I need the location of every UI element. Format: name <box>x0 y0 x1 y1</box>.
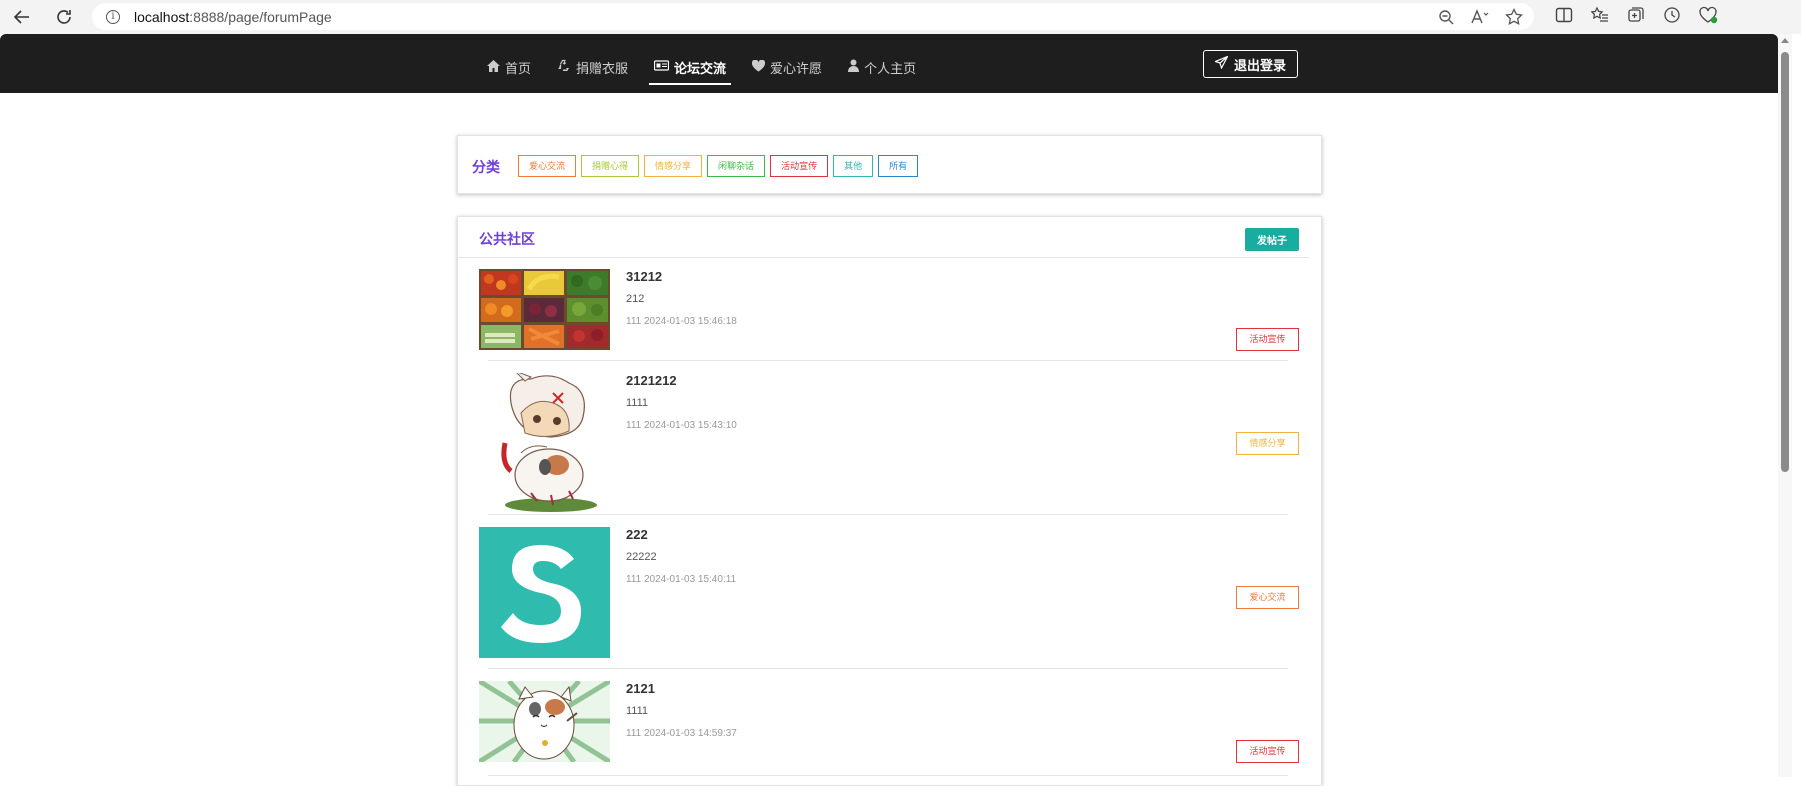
divider <box>488 775 1288 776</box>
category-title: 分类 <box>472 159 500 175</box>
recycle-icon <box>557 59 571 75</box>
menu-item-label: 捐赠衣服 <box>576 60 629 76</box>
menu-item-donate-clothes[interactable]: 捐赠衣服 <box>544 50 641 84</box>
anime-cat-illustration[interactable] <box>479 681 610 762</box>
site-navbar: 首页 捐赠衣服 论坛交流 爱心许愿 个人主页 <box>0 34 1778 93</box>
category-button[interactable]: 闲聊杂话 <box>707 155 766 177</box>
divider <box>488 360 1288 361</box>
address-bar[interactable]: i localhost:8888/page/forumPage <box>92 3 1534 30</box>
post-title[interactable]: 31212 <box>626 269 662 284</box>
post-body: 1111 <box>626 397 649 409</box>
site-info-icon[interactable]: i <box>106 9 120 24</box>
user-icon <box>848 59 860 75</box>
anime-cat-boy-illustration[interactable] <box>491 373 603 513</box>
post-meta: 111 2024-01-03 15:46:18 <box>626 316 737 327</box>
browser-essentials-icon[interactable] <box>1698 5 1718 25</box>
menu-item-label: 个人主页 <box>864 60 917 76</box>
post-meta: 111 2024-01-03 15:40:11 <box>626 574 737 585</box>
category-button[interactable]: 情感分享 <box>644 155 703 177</box>
heart-icon <box>751 59 766 75</box>
refresh-icon[interactable] <box>52 5 76 29</box>
category-list: 爱心交流 捐赠心得 情感分享 闲聊杂话 活动宣传 其他 所有 <box>518 155 919 177</box>
paper-plane-icon <box>1213 55 1229 72</box>
menu-item-profile[interactable]: 个人主页 <box>835 50 929 84</box>
read-aloud-icon[interactable] <box>1470 7 1490 27</box>
menu-item-label: 论坛交流 <box>674 60 727 76</box>
zoom-out-icon[interactable] <box>1436 7 1456 27</box>
browser-toolbar: i localhost:8888/page/forumPage <box>0 0 1801 34</box>
post-title[interactable]: 2121 <box>626 681 655 696</box>
vegetables-photo[interactable] <box>479 269 610 350</box>
community-title: 公共社区 <box>479 231 535 247</box>
menu-item-label: 首页 <box>505 60 532 76</box>
post-meta: 111 2024-01-03 14:59:37 <box>626 728 737 739</box>
back-icon[interactable] <box>10 5 34 29</box>
scroll-up-arrow-icon[interactable] <box>1781 38 1789 43</box>
new-post-button[interactable]: 发帖子 <box>1245 228 1299 251</box>
split-screen-icon[interactable] <box>1554 5 1574 25</box>
favorite-star-icon[interactable] <box>1504 7 1524 27</box>
logout-button[interactable]: 退出登录 <box>1203 50 1298 78</box>
logout-label: 退出登录 <box>1233 57 1286 73</box>
community-panel: 公共社区 发帖子 31212 212 111 2024-01-03 15:46:… <box>457 216 1322 786</box>
divider <box>458 257 1309 258</box>
menu-item-wish[interactable]: 爱心许愿 <box>739 50 835 84</box>
post-body: 212 <box>626 293 645 305</box>
history-icon[interactable] <box>1662 5 1682 25</box>
home-icon <box>487 59 500 75</box>
category-panel: 分类 爱心交流 捐赠心得 情感分享 闲聊杂话 活动宣传 其他 所有 <box>457 135 1322 194</box>
post-category-tag[interactable]: 活动宣传 <box>1236 328 1299 351</box>
forum-icon <box>653 60 670 74</box>
post-body: 1111 <box>626 705 649 717</box>
collections-icon[interactable] <box>1626 5 1646 25</box>
url-text: localhost:8888/page/forumPage <box>134 8 332 25</box>
post-title[interactable]: 222 <box>626 527 648 542</box>
category-button[interactable]: 所有 <box>878 155 919 177</box>
menu-item-home[interactable]: 首页 <box>474 50 544 84</box>
menu-item-label: 爱心许愿 <box>770 60 823 76</box>
category-button[interactable]: 捐赠心得 <box>581 155 640 177</box>
post-category-tag[interactable]: 情感分享 <box>1236 432 1299 455</box>
category-button[interactable]: 活动宣传 <box>770 155 829 177</box>
post-category-tag[interactable]: 爱心交流 <box>1236 586 1299 609</box>
menu-item-forum[interactable]: 论坛交流 <box>641 50 739 85</box>
page-scrollbar[interactable] <box>1778 34 1792 777</box>
divider <box>488 514 1288 515</box>
post-title[interactable]: 2121212 <box>626 373 677 388</box>
main-menu: 首页 捐赠衣服 论坛交流 爱心许愿 个人主页 <box>474 50 929 85</box>
post-meta: 111 2024-01-03 15:43:10 <box>626 420 737 431</box>
post-body: 22222 <box>626 551 657 563</box>
category-button[interactable]: 爱心交流 <box>518 155 577 177</box>
s-logo[interactable] <box>479 527 610 658</box>
category-button[interactable]: 其他 <box>833 155 874 177</box>
post-category-tag[interactable]: 活动宣传 <box>1236 740 1299 763</box>
favorites-list-icon[interactable] <box>1590 5 1610 25</box>
divider <box>488 668 1288 669</box>
scrollbar-thumb[interactable] <box>1781 52 1789 472</box>
